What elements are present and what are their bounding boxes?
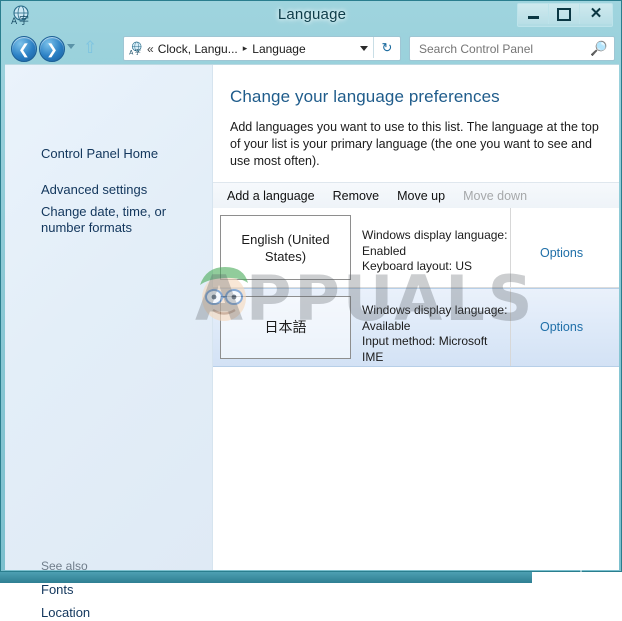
command-toolbar: Add a language Remove Move up Move down (213, 182, 619, 210)
breadcrumb-item-clock-language[interactable]: Clock, Langu... (158, 42, 238, 56)
svg-text:A: A (129, 50, 134, 56)
language-status-japanese: Windows display language: Available Inpu… (362, 303, 508, 364)
language-name-english: English (United States) (220, 215, 351, 280)
svg-text:字: 字 (135, 49, 141, 56)
breadcrumb-item-language[interactable]: Language (252, 42, 305, 56)
maximize-button[interactable] (549, 4, 580, 24)
breadcrumb-language-icon: A 字 (129, 41, 142, 56)
options-link-japanese[interactable]: Options (540, 320, 583, 334)
sidebar-item-change-date-time-formats[interactable]: Change date, time, or number formats (41, 204, 206, 236)
breadcrumb-separator-icon: ▸ (242, 43, 248, 53)
options-link-english[interactable]: Options (540, 246, 583, 260)
search-input[interactable] (417, 40, 591, 57)
language-row-english[interactable]: English (United States) Windows display … (213, 208, 619, 288)
forward-button[interactable]: ❯ (39, 36, 65, 62)
language-row-japanese[interactable]: 日本語 Windows display language: Available … (213, 288, 619, 367)
sidebar-item-fonts[interactable]: Fonts (41, 582, 74, 598)
window-controls: ✕ (517, 3, 613, 27)
breadcrumb-chevron-down-icon[interactable] (360, 46, 368, 51)
language-status-english: Windows display language: Enabled Keyboa… (362, 228, 508, 273)
content-area: Control Panel Home Advanced settings Cha… (5, 64, 619, 620)
minimize-icon (527, 16, 539, 19)
search-icon[interactable]: 🔍 (590, 40, 607, 57)
breadcrumb[interactable]: A 字 « Clock, Langu... ▸ Language ↻ (123, 36, 401, 61)
sidebar-item-control-panel-home[interactable]: Control Panel Home (41, 146, 158, 162)
move-down-button: Move down (463, 189, 528, 203)
forward-arrow-icon: ❯ (46, 41, 58, 57)
minimize-button[interactable] (518, 4, 549, 24)
sidebar-item-location[interactable]: Location (41, 605, 90, 621)
site-watermark: wsxdn.com (556, 569, 614, 581)
cell-divider (510, 289, 511, 366)
search-box[interactable]: 🔍 (409, 36, 615, 61)
recent-locations-dropdown-icon[interactable] (67, 44, 75, 49)
back-arrow-icon: ❮ (18, 41, 30, 57)
refresh-icon: ↻ (381, 39, 393, 55)
language-list: English (United States) Windows display … (213, 208, 619, 570)
cell-divider (510, 208, 511, 287)
page-description: Add languages you want to use to this li… (230, 120, 599, 168)
language-name-japanese: 日本語 (220, 296, 351, 359)
page-title: Change your language preferences (230, 87, 500, 106)
sidebar: Control Panel Home Advanced settings Cha… (5, 65, 213, 620)
back-button[interactable]: ❮ (11, 36, 37, 62)
breadcrumb-overflow[interactable]: « (147, 42, 154, 56)
bottom-teal-bar (0, 572, 532, 583)
see-also-heading: See also (41, 559, 88, 573)
maximize-icon (557, 7, 571, 21)
move-up-button[interactable]: Move up (388, 184, 454, 208)
main-panel: Change your language preferences Add lan… (213, 65, 619, 570)
remove-button[interactable]: Remove (324, 184, 389, 208)
refresh-button[interactable]: ↻ (373, 37, 400, 58)
add-a-language-button[interactable]: Add a language (218, 184, 324, 208)
sidebar-item-advanced-settings[interactable]: Advanced settings (41, 182, 147, 198)
language-options-cell-japanese: Options (510, 289, 619, 366)
language-control-panel-window: A 字 Language ✕ ❮ ❯ ⇧ A 字 « Clock, Langu.… (0, 0, 622, 620)
navigation-bar: ❮ ❯ ⇧ A 字 « Clock, Langu... ▸ Language ↻… (5, 31, 619, 64)
bottom-strip (0, 572, 622, 583)
window-inner-frame: A 字 Language ✕ ❮ ❯ ⇧ A 字 « Clock, Langu.… (5, 1, 619, 620)
up-level-button[interactable]: ⇧ (83, 39, 97, 56)
language-options-cell-english: Options (510, 208, 619, 287)
close-button[interactable]: ✕ (580, 4, 612, 24)
close-icon: ✕ (589, 5, 603, 22)
title-bar: A 字 Language ✕ (5, 1, 619, 31)
